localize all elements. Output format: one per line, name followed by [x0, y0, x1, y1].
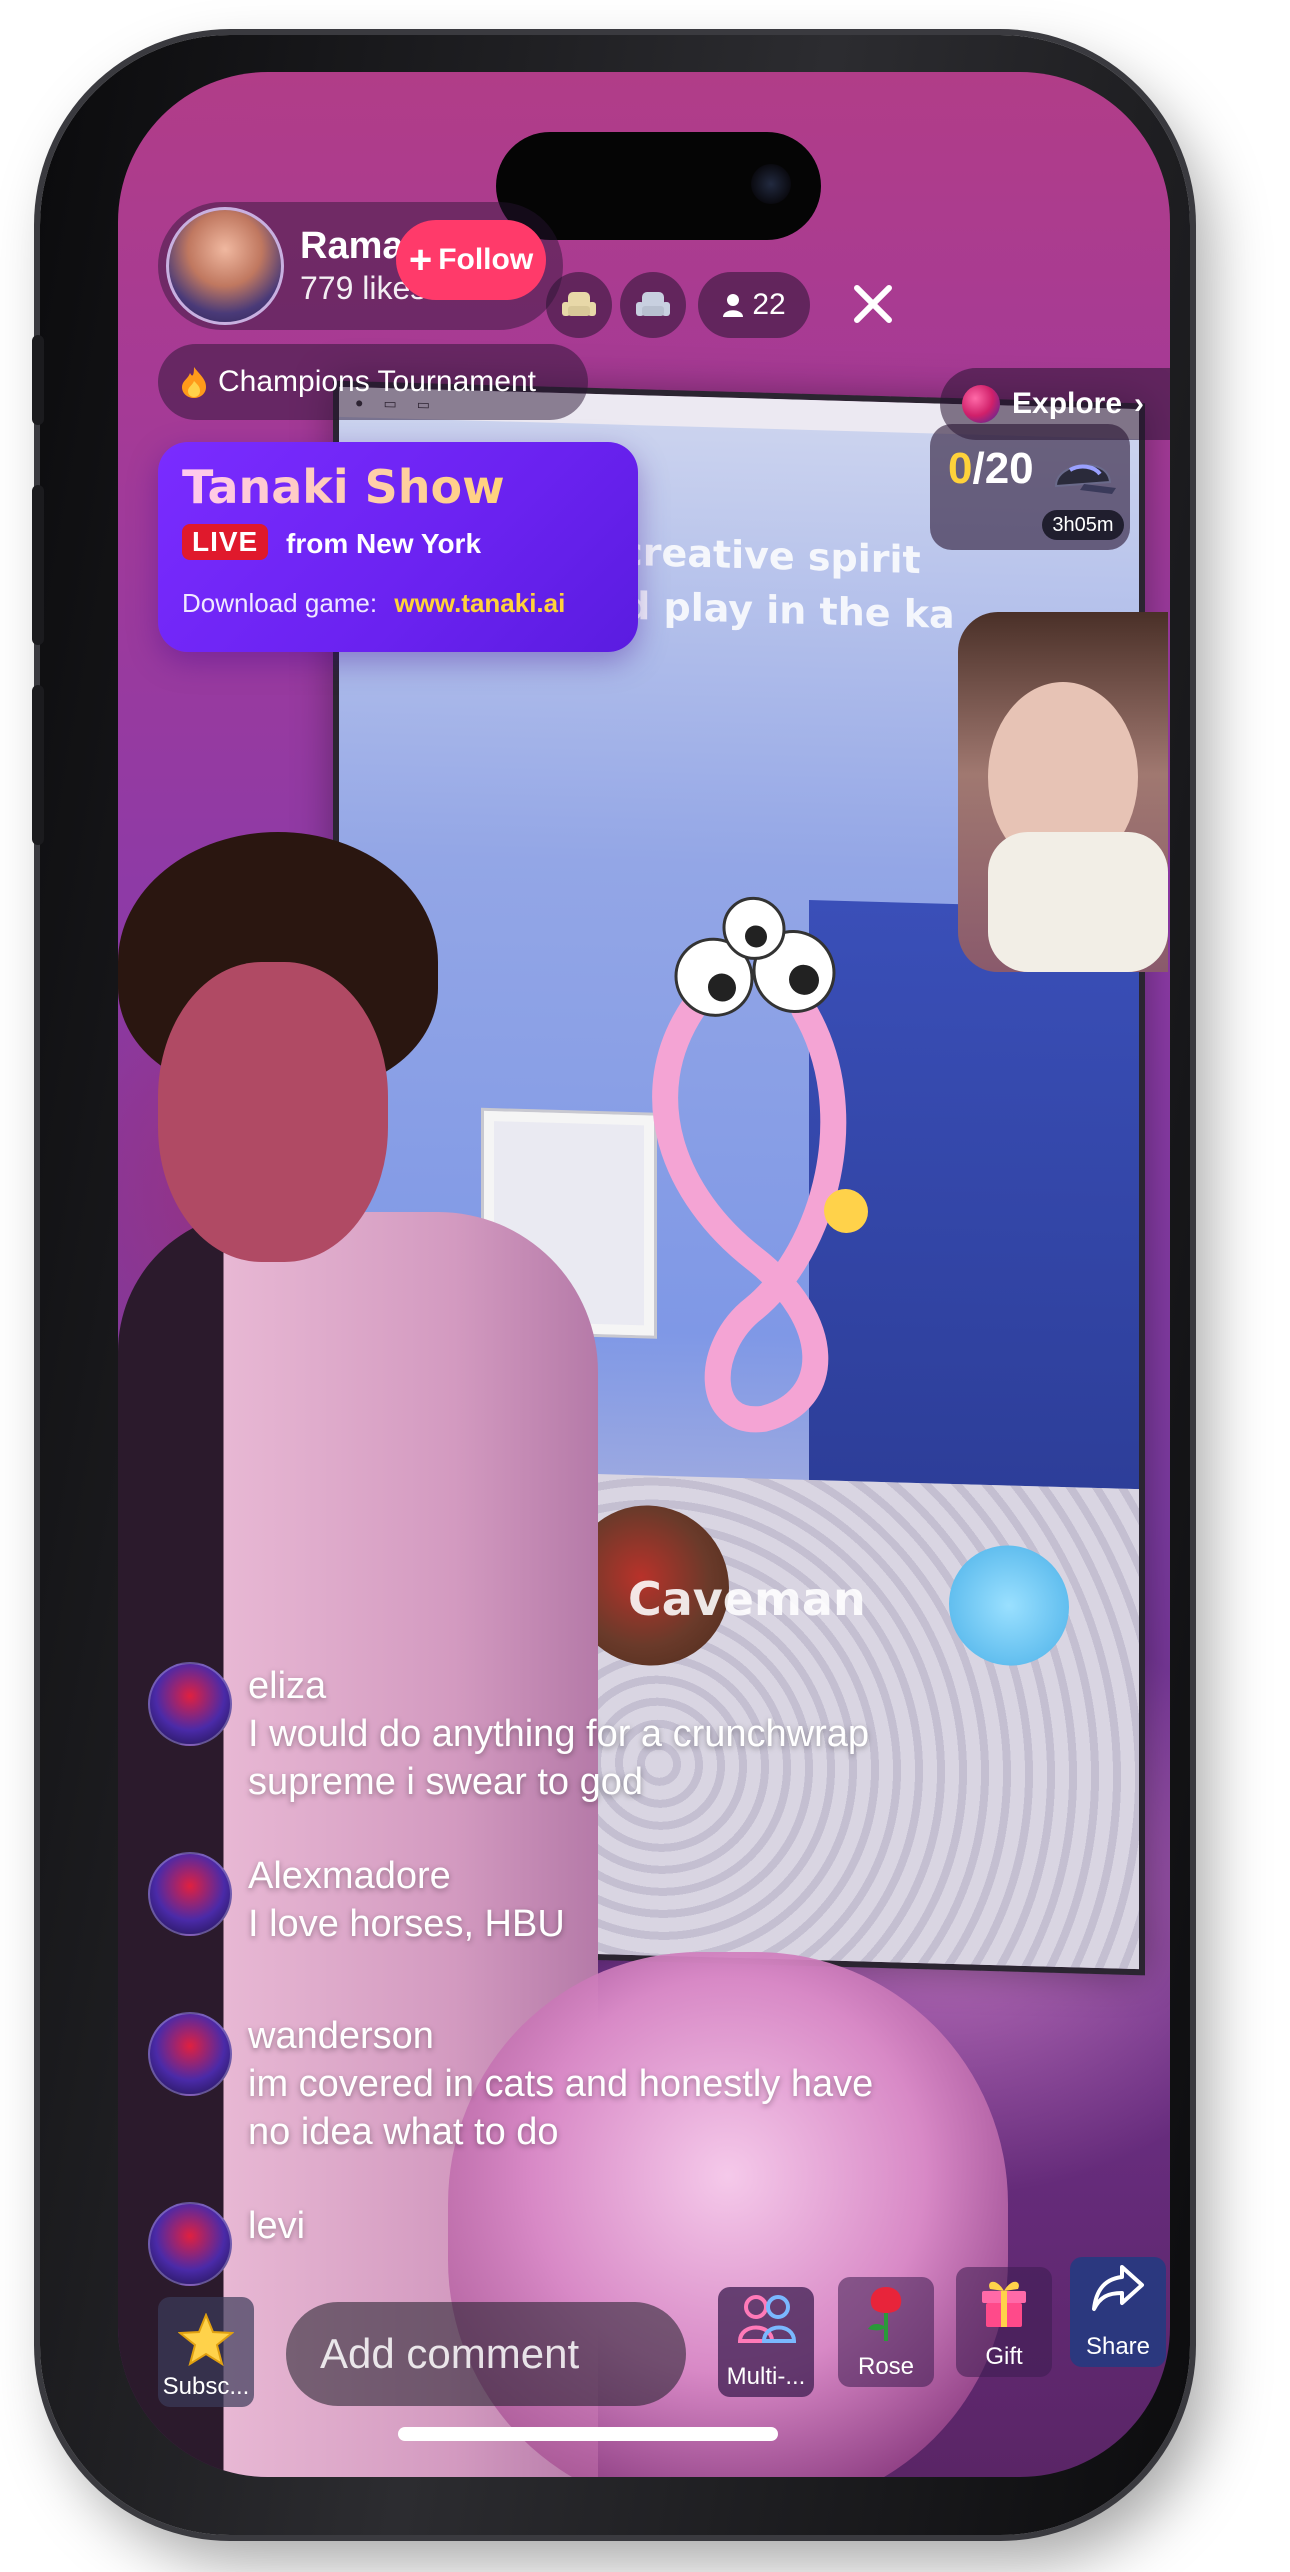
gift-label: Gift [985, 2343, 1023, 2370]
gift-icon [982, 2281, 1026, 2327]
chat-feed: eliza I would do anything for a crunchwr… [148, 1662, 908, 2286]
side-button [32, 335, 44, 425]
tournament-badge[interactable]: Champions Tournament [158, 344, 588, 420]
subscribe-button[interactable]: Subsc... [158, 2297, 254, 2407]
volume-down-button [32, 685, 44, 845]
gift-button[interactable]: Gift [956, 2267, 1052, 2377]
close-button[interactable] [833, 264, 913, 344]
download-row: Download game: www.tanaki.ai [182, 588, 565, 619]
chat-message: eliza I would do anything for a crunchwr… [148, 1662, 908, 1832]
chat-avatar[interactable] [148, 1852, 232, 1936]
score-current: 0 [948, 444, 973, 493]
chat-text: im covered in cats and honestly have no … [248, 2063, 874, 2153]
multi-guest-icon [737, 2295, 796, 2343]
download-label: Download game: [182, 588, 378, 618]
share-button[interactable]: Share [1070, 2257, 1166, 2367]
download-link[interactable]: www.tanaki.ai [394, 588, 565, 618]
tournament-label: Champions Tournament [218, 365, 536, 398]
follow-label: Follow [438, 243, 534, 276]
chat-message: levi [148, 2202, 908, 2286]
follow-button[interactable]: + Follow [396, 220, 546, 300]
seat-button-2[interactable] [620, 272, 686, 338]
chat-username[interactable]: Alexmadore [248, 1852, 908, 1900]
seat-button-1[interactable] [546, 272, 612, 338]
chat-text: I would do anything for a crunchwrap sup… [248, 1713, 870, 1803]
star-icon [178, 2313, 234, 2367]
multi-guest-button[interactable]: Multi-... [718, 2287, 814, 2397]
share-label: Share [1085, 2333, 1151, 2360]
guest-cat [988, 832, 1168, 972]
streamer-face [158, 962, 388, 1262]
chat-message: wanderson im covered in cats and honestl… [148, 2012, 908, 2182]
armchair-icon [562, 292, 596, 316]
chat-username[interactable]: wanderson [248, 2012, 908, 2060]
close-icon [854, 285, 892, 323]
drawing-word: Caveman [628, 1572, 866, 1626]
rose-gift-button[interactable]: Rose [838, 2277, 934, 2387]
chat-text: I love horses, HBU [248, 1903, 565, 1945]
viewer-count-value: 22 [752, 288, 786, 321]
explore-orb-icon [962, 385, 1000, 423]
doodle-character [652, 896, 868, 1433]
plus-icon: + [408, 238, 433, 282]
guest-webcam [958, 612, 1168, 972]
host-avatar[interactable] [166, 207, 284, 325]
multi-guest-label: Multi-... [726, 2363, 806, 2390]
show-location: from New York [286, 528, 482, 559]
device-mockup: ●▭▭ Let your creative spirit dance and p… [0, 0, 1290, 2572]
person-icon [723, 294, 744, 317]
timer-badge: 3h05m [1042, 510, 1124, 540]
comment-input[interactable] [286, 2302, 686, 2406]
chat-username[interactable]: eliza [248, 1662, 908, 1710]
volume-up-button [32, 485, 44, 645]
chat-username[interactable]: levi [248, 2202, 908, 2250]
chat-avatar[interactable] [148, 1662, 232, 1746]
share-icon [1092, 2265, 1144, 2311]
chevron-right-icon: › [1134, 387, 1145, 420]
chat-avatar[interactable] [148, 2012, 232, 2096]
camera-lens-icon [751, 164, 791, 204]
score-total: /20 [972, 444, 1034, 493]
show-title: Tanaki Show [182, 460, 505, 514]
show-info-card[interactable]: Tanaki Show LIVE from New York Download … [158, 442, 638, 652]
subscribe-label: Subsc... [162, 2373, 250, 2400]
score-value: 0/20 [948, 444, 1034, 494]
viewer-count[interactable]: 22 [698, 272, 810, 338]
rose-label: Rose [857, 2353, 915, 2380]
explore-label: Explore [1012, 387, 1123, 420]
live-stream-screen: ●▭▭ Let your creative spirit dance and p… [118, 72, 1170, 2477]
score-card: 0/20 3h05m [930, 424, 1130, 550]
home-indicator[interactable] [398, 2427, 778, 2441]
chat-avatar[interactable] [148, 2202, 232, 2286]
armchair-icon [636, 292, 670, 316]
rose-icon [868, 2287, 902, 2341]
fire-icon [182, 367, 206, 398]
live-badge: LIVE [182, 524, 269, 560]
chat-message: Alexmadore I love horses, HBU [148, 1852, 908, 2002]
cap-icon [1054, 464, 1116, 494]
